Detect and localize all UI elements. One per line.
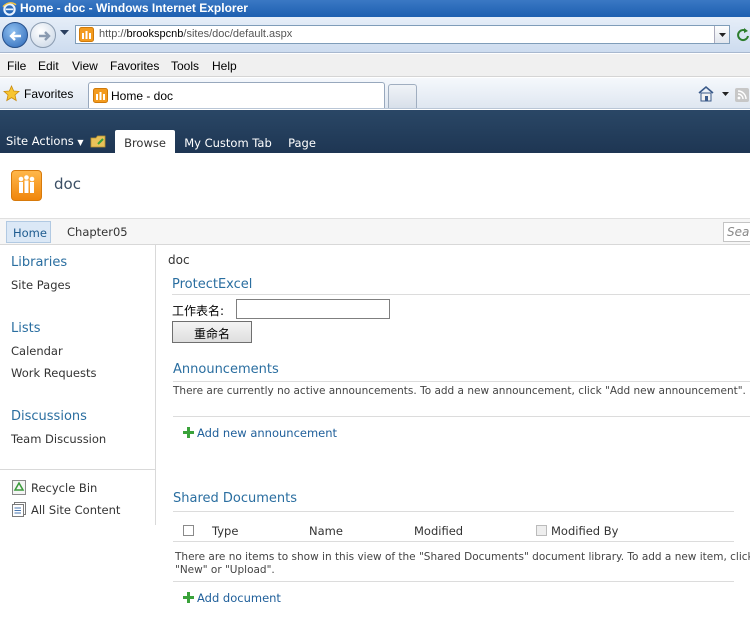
add-plus-icon xyxy=(183,427,194,438)
quicklaunch-heading-lists[interactable]: Lists xyxy=(11,321,41,336)
address-toolbar: http://brookspcnb/sites/doc/default.aspx xyxy=(0,17,750,53)
quicklaunch-heading-discussions[interactable]: Discussions xyxy=(11,409,87,424)
announcements-empty-message: There are currently no active announceme… xyxy=(173,385,746,397)
forward-arrow-icon xyxy=(39,31,51,41)
recent-pages-dropdown-icon[interactable] xyxy=(60,30,69,36)
select-all-checkbox[interactable] xyxy=(183,525,194,536)
recycle-bin-link[interactable]: Recycle Bin xyxy=(31,481,97,495)
rss-feed-icon[interactable] xyxy=(735,88,749,102)
menu-view[interactable]: View xyxy=(72,59,98,73)
site-favicon-icon xyxy=(79,27,94,42)
menu-edit[interactable]: Edit xyxy=(38,59,59,73)
column-header-modified-by[interactable]: Modified By xyxy=(551,524,618,538)
browser-tab-active[interactable]: Home - doc xyxy=(88,82,385,108)
announcements-webpart-title[interactable]: Announcements xyxy=(173,362,279,377)
menu-favorites[interactable]: Favorites xyxy=(110,59,159,73)
menu-bar: File Edit View Favorites Tools Help xyxy=(0,54,750,77)
rename-button[interactable]: 重命名 xyxy=(172,321,252,343)
address-dropdown-button[interactable] xyxy=(714,26,729,43)
column-header-underline xyxy=(173,541,734,542)
quicklaunch-item-site-pages[interactable]: Site Pages xyxy=(11,278,71,292)
quicklaunch-item-calendar[interactable]: Calendar xyxy=(11,344,63,358)
webpart-title-underline xyxy=(173,381,750,382)
ribbon-tab-my-custom-tab[interactable]: My Custom Tab xyxy=(184,130,272,153)
new-tab-button[interactable] xyxy=(388,84,417,108)
recycle-bin-icon xyxy=(12,480,26,495)
site-logo-icon[interactable] xyxy=(11,170,42,201)
search-input[interactable]: Sea xyxy=(723,222,750,242)
add-document-link[interactable]: Add document xyxy=(197,591,281,605)
shared-documents-webpart-title[interactable]: Shared Documents xyxy=(173,491,297,506)
webpart-divider xyxy=(173,581,734,582)
window-title: Home - doc - Windows Internet Explorer xyxy=(20,1,248,15)
column-header-modified[interactable]: Modified xyxy=(414,524,463,538)
home-icon[interactable] xyxy=(697,85,715,102)
ribbon-tab-browse[interactable]: Browse xyxy=(115,130,175,153)
people-icon xyxy=(18,175,35,193)
quicklaunch-divider xyxy=(0,469,155,470)
favorites-bar: Favorites Home - doc xyxy=(0,78,750,109)
address-url: http://brookspcnb/sites/doc/default.aspx xyxy=(99,28,293,40)
ie-logo-icon xyxy=(2,2,17,16)
site-title-area: doc xyxy=(0,153,750,218)
shared-documents-empty-message-line2: "New" or "Upload". xyxy=(175,564,275,576)
menu-tools[interactable]: Tools xyxy=(171,59,199,73)
chevron-down-icon xyxy=(719,33,726,37)
sheet-name-label: 工作表名: xyxy=(172,304,225,318)
favorites-label: Favorites xyxy=(24,87,74,101)
top-navigation-bar: Home Chapter05 Sea xyxy=(0,218,750,245)
address-field[interactable]: http://brookspcnb/sites/doc/default.aspx xyxy=(75,25,730,44)
modified-by-checkbox[interactable] xyxy=(536,525,547,536)
topnav-item-home[interactable]: Home xyxy=(6,221,51,243)
browser-tab-title: Home - doc xyxy=(111,89,174,103)
caret-down-icon: ▼ xyxy=(77,138,84,147)
quick-launch: Libraries Site Pages Lists Calendar Work… xyxy=(0,245,156,525)
quicklaunch-item-work-requests[interactable]: Work Requests xyxy=(11,366,96,380)
sheet-name-input[interactable] xyxy=(236,299,390,319)
breadcrumb: doc xyxy=(168,253,190,267)
shared-documents-empty-message-line1: There are no items to show in this view … xyxy=(175,551,750,563)
webpart-title-underline xyxy=(172,294,750,295)
back-button[interactable] xyxy=(2,22,28,48)
ribbon-tab-page[interactable]: Page xyxy=(286,130,318,153)
protectexcel-webpart-title[interactable]: ProtectExcel xyxy=(172,277,252,292)
site-title[interactable]: doc xyxy=(54,175,81,193)
quicklaunch-item-team-discussion[interactable]: Team Discussion xyxy=(11,432,106,446)
add-plus-icon xyxy=(183,592,194,603)
webpart-title-underline xyxy=(173,511,734,512)
quicklaunch-heading-libraries[interactable]: Libraries xyxy=(11,255,67,270)
back-arrow-icon xyxy=(9,31,21,41)
home-dropdown-icon[interactable] xyxy=(722,92,729,97)
column-header-type[interactable]: Type xyxy=(212,524,238,538)
menu-help[interactable]: Help xyxy=(212,59,237,73)
window-title-bar: Home - doc - Windows Internet Explorer xyxy=(0,0,750,17)
main-content: doc ProtectExcel 工作表名: 重命名 Announcements… xyxy=(157,245,750,620)
all-site-content-link[interactable]: All Site Content xyxy=(31,503,120,517)
site-actions-menu[interactable]: Site Actions ▼ xyxy=(6,134,84,148)
topnav-item-chapter05[interactable]: Chapter05 xyxy=(67,225,128,239)
site-favicon-icon xyxy=(93,88,108,103)
all-site-content-icon xyxy=(12,502,26,517)
refresh-icon[interactable] xyxy=(736,27,750,43)
menu-file[interactable]: File xyxy=(7,59,26,73)
sharepoint-ribbon: Site Actions ▼ Browse My Custom Tab Page xyxy=(0,110,750,153)
webpart-divider xyxy=(173,416,750,417)
column-header-name[interactable]: Name xyxy=(309,524,343,538)
forward-button[interactable] xyxy=(30,22,56,48)
add-new-announcement-link[interactable]: Add new announcement xyxy=(197,426,337,440)
edit-page-icon[interactable] xyxy=(90,134,106,148)
star-icon xyxy=(3,85,20,102)
